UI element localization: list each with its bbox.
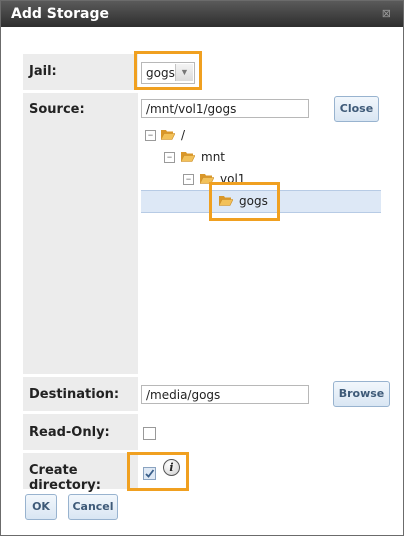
collapse-icon[interactable]: − xyxy=(164,152,175,163)
highlight-box-create-directory xyxy=(127,452,189,491)
destination-path-input[interactable]: /media/gogs xyxy=(141,385,309,404)
source-label-cell: Source: xyxy=(23,93,138,374)
destination-label-cell: Destination: xyxy=(23,377,138,411)
open-folder-icon xyxy=(161,130,175,140)
collapse-icon[interactable]: − xyxy=(183,174,194,185)
create-directory-label: Create directory: xyxy=(29,463,101,493)
highlight-box-jail xyxy=(134,51,202,90)
jail-label: Jail: xyxy=(29,64,57,79)
close-button[interactable]: Close xyxy=(334,96,379,122)
open-folder-icon xyxy=(181,152,195,162)
cancel-button[interactable]: Cancel xyxy=(68,494,118,520)
destination-label: Destination: xyxy=(29,387,120,402)
read-only-label-cell: Read-Only: xyxy=(23,414,138,450)
close-icon[interactable]: ⊠ xyxy=(382,7,391,20)
collapse-icon[interactable]: − xyxy=(145,130,156,141)
add-storage-dialog: Add Storage ⊠ Jail: Source: Destination:… xyxy=(0,0,404,536)
read-only-label: Read-Only: xyxy=(29,425,110,440)
title-bar: Add Storage ⊠ xyxy=(1,1,403,27)
tree-node-label: / xyxy=(181,128,186,142)
jail-label-cell: Jail: xyxy=(23,54,138,90)
source-label: Source: xyxy=(29,102,85,117)
read-only-checkbox[interactable] xyxy=(143,427,156,440)
browse-button[interactable]: Browse xyxy=(333,381,390,407)
ok-button[interactable]: OK xyxy=(25,494,57,520)
highlight-box-gogs xyxy=(209,182,280,221)
tree-node-label: mnt xyxy=(201,150,225,164)
source-path-input[interactable]: /mnt/vol1/gogs xyxy=(141,99,309,118)
dialog-title: Add Storage xyxy=(11,6,110,22)
create-directory-label-cell: Create directory: xyxy=(23,453,138,493)
